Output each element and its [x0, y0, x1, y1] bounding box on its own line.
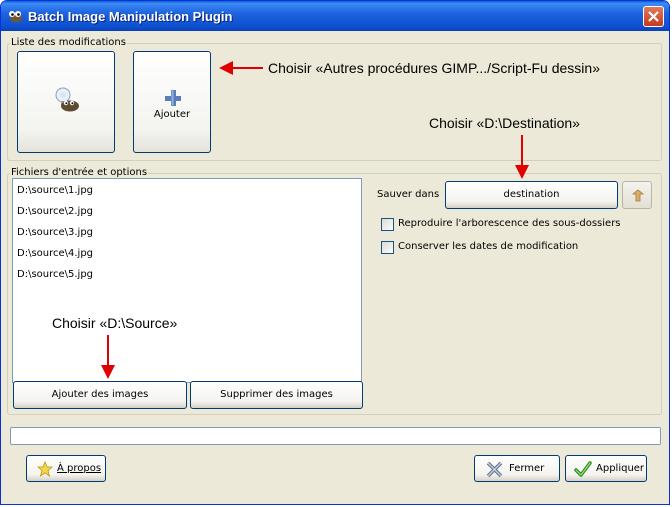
red-arrow-icon: [101, 335, 115, 379]
close-icon: [648, 11, 659, 22]
star-icon: [37, 461, 53, 477]
gimp-procedure-button[interactable]: [17, 51, 115, 153]
add-modification-button[interactable]: Ajouter: [133, 51, 211, 153]
close-button[interactable]: Fermer: [474, 455, 560, 482]
destination-folder-button[interactable]: destination: [445, 181, 618, 209]
keep-folder-tree-label[interactable]: Reproduire l'arborescence des sous-dossi…: [398, 218, 621, 229]
annotation-destination: Choisir «D:\Destination»: [429, 115, 580, 131]
about-label: À propos: [57, 463, 102, 474]
plus-icon: [165, 90, 181, 106]
close-label: Fermer: [509, 463, 545, 474]
window-title: Batch Image Manipulation Plugin: [28, 9, 233, 24]
list-item[interactable]: D:\source\2.jpg: [17, 206, 93, 217]
annotation-gimp-procedures: Choisir «Autres procédures GIMP.../Scrip…: [268, 60, 600, 76]
list-item[interactable]: D:\source\1.jpg: [17, 185, 93, 196]
title-bar[interactable]: Batch Image Manipulation Plugin: [1, 1, 669, 31]
plugin-window: Batch Image Manipulation Plugin Liste de…: [0, 0, 670, 505]
gimp-procedure-icon: [55, 87, 79, 112]
progress-bar: [10, 427, 661, 445]
red-arrow-icon: [515, 135, 529, 179]
red-arrow-icon: [219, 61, 263, 75]
add-modification-label: Ajouter: [153, 109, 191, 120]
window-client-area: Liste des modifications Ajouter Choisir …: [4, 31, 667, 503]
list-item[interactable]: D:\source\5.jpg: [17, 269, 93, 280]
file-list[interactable]: D:\source\1.jpg D:\source\2.jpg D:\sourc…: [12, 178, 362, 383]
keep-dates-label[interactable]: Conserver les dates de modification: [398, 241, 578, 252]
folder-up-arrow-icon: [631, 189, 645, 202]
remove-images-button[interactable]: Supprimer des images: [190, 381, 363, 409]
x-icon: [486, 461, 503, 478]
checkmark-icon: [574, 461, 592, 477]
list-item[interactable]: D:\source\3.jpg: [17, 227, 93, 238]
annotation-source: Choisir «D:\Source»: [52, 315, 178, 331]
about-button[interactable]: À propos: [26, 455, 106, 482]
close-window-button[interactable]: [643, 6, 664, 27]
gimp-wilber-icon: [9, 11, 22, 23]
apply-button[interactable]: Appliquer: [565, 455, 647, 482]
keep-folder-tree-checkbox[interactable]: [381, 218, 394, 231]
input-files-group-label: Fichiers d'entrée et options: [10, 167, 149, 178]
apply-label: Appliquer: [596, 463, 645, 474]
add-images-button[interactable]: Ajouter des images: [13, 381, 187, 409]
list-item[interactable]: D:\source\4.jpg: [17, 248, 93, 259]
save-in-label: Sauver dans: [377, 189, 440, 200]
folder-up-button[interactable]: [622, 181, 652, 209]
keep-dates-checkbox[interactable]: [381, 241, 394, 254]
modifications-group-label: Liste des modifications: [10, 37, 127, 48]
